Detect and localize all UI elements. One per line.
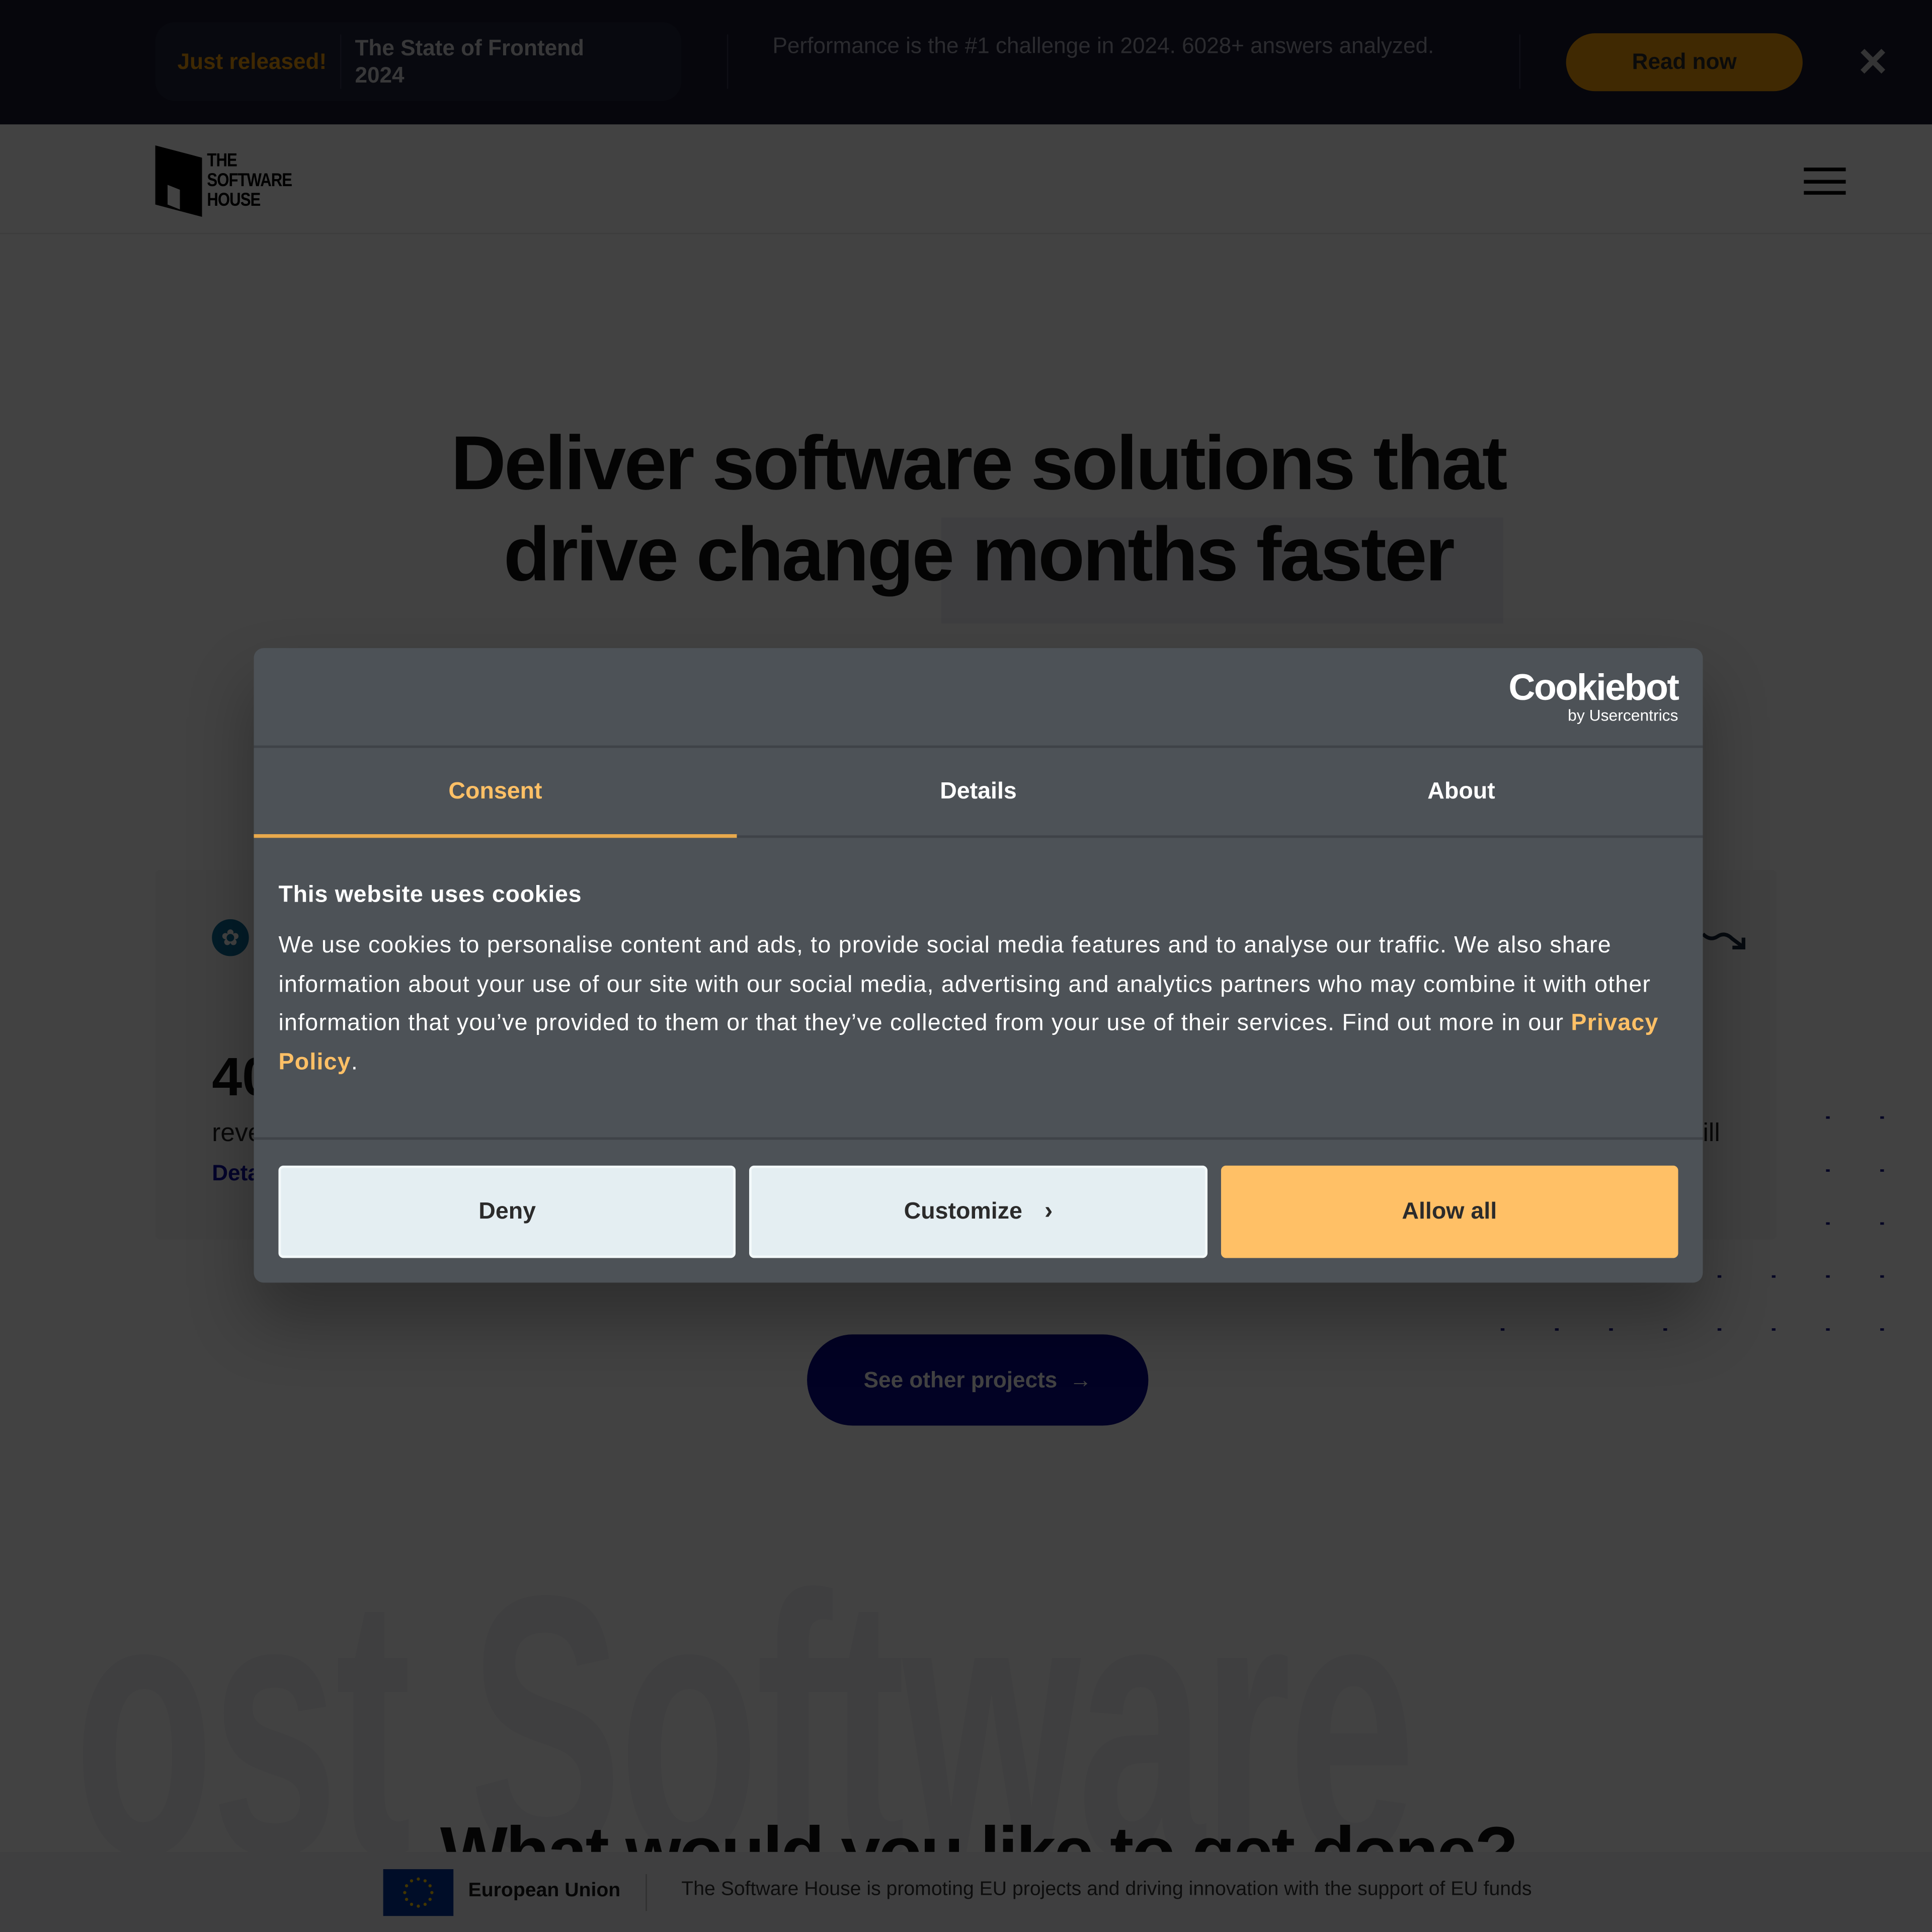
deny-button[interactable]: Deny bbox=[278, 1165, 736, 1258]
allow-all-button[interactable]: Allow all bbox=[1221, 1165, 1678, 1258]
dialog-tabs: Consent Details About bbox=[254, 748, 1703, 838]
customize-button[interactable]: Customize › bbox=[749, 1165, 1208, 1258]
divider bbox=[254, 1137, 1703, 1140]
page: Just released! The State of Frontend 202… bbox=[0, 0, 1932, 1932]
dialog-body: This website uses cookies We use cookies… bbox=[278, 882, 1678, 1082]
dialog-text: We use cookies to personalise content an… bbox=[278, 932, 1659, 1075]
tab-details[interactable]: Details bbox=[737, 748, 1220, 836]
dialog-heading: This website uses cookies bbox=[278, 882, 582, 908]
dialog-actions: Deny Customize › Allow all bbox=[278, 1165, 1678, 1258]
cookie-consent-dialog: Cookiebot by Usercentrics Consent Detail… bbox=[254, 648, 1703, 1283]
tab-consent[interactable]: Consent bbox=[254, 748, 737, 838]
dialog-header: Cookiebot by Usercentrics bbox=[254, 648, 1703, 748]
tab-about[interactable]: About bbox=[1220, 748, 1703, 836]
cookiebot-logo: Cookiebot by Usercentrics bbox=[1508, 668, 1679, 725]
chevron-right-icon: › bbox=[1044, 1197, 1053, 1225]
